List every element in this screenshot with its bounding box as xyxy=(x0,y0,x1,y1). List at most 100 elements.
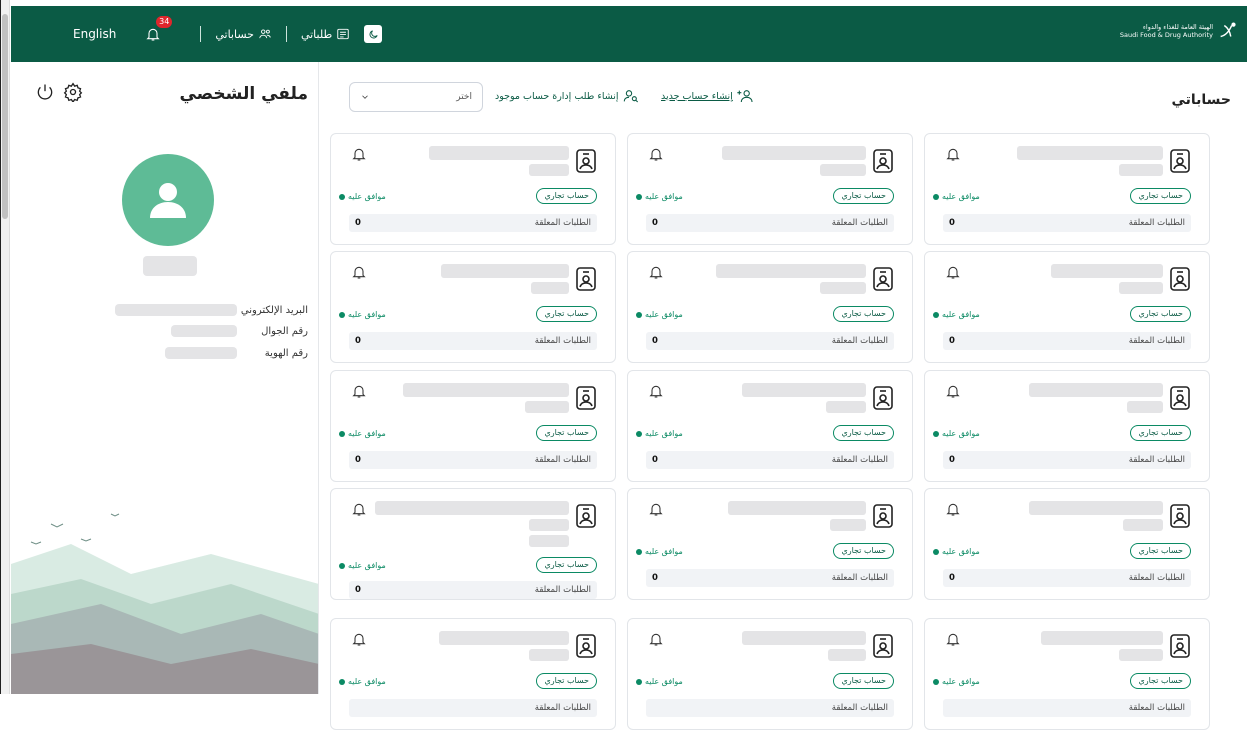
pending-requests-label: الطلبات المعلقة xyxy=(831,218,888,228)
account-card[interactable]: حساب تجاري موافق عليه الطلبات المعلقة 0 xyxy=(330,133,616,245)
account-select[interactable]: اختر xyxy=(349,82,483,112)
account-card[interactable]: حساب تجاري موافق عليه الطلبات المعلقة xyxy=(330,618,616,730)
bell-icon[interactable] xyxy=(648,501,664,517)
account-card[interactable]: حساب تجاري موافق عليه الطلبات المعلقة 0 xyxy=(627,133,913,245)
profile-name-redacted xyxy=(143,256,197,276)
pending-requests-count: 0 xyxy=(949,218,955,228)
theme-toggle-button[interactable] xyxy=(364,25,383,43)
bell-icon[interactable] xyxy=(351,501,367,517)
bell-icon[interactable] xyxy=(945,383,961,399)
account-card[interactable]: حساب تجاري موافق عليه الطلبات المعلقة 0 xyxy=(330,488,616,600)
account-status: موافق عليه xyxy=(933,547,980,556)
account-card[interactable]: حساب تجاري موافق عليه الطلبات المعلقة 0 xyxy=(924,133,1210,245)
pending-requests-count: 0 xyxy=(949,573,955,583)
bell-icon[interactable] xyxy=(351,264,367,280)
account-type-badge: حساب تجاري xyxy=(536,673,597,689)
account-card[interactable]: حساب تجاري موافق عليه الطلبات المعلقة 0 xyxy=(330,251,616,363)
bell-icon[interactable] xyxy=(945,264,961,280)
pending-requests-row: الطلبات المعلقة xyxy=(943,699,1191,717)
id-badge-icon xyxy=(576,386,596,410)
account-card[interactable]: حساب تجاري موافق عليه الطلبات المعلقة 0 xyxy=(924,251,1210,363)
pending-requests-row: الطلبات المعلقة 0 xyxy=(943,569,1191,587)
pending-requests-count: 0 xyxy=(355,585,361,595)
account-type-badge: حساب تجاري xyxy=(536,306,597,322)
account-extra-redacted xyxy=(529,535,569,547)
account-card[interactable]: حساب تجاري موافق عليه الطلبات المعلقة 0 xyxy=(627,488,913,600)
account-name-redacted xyxy=(1029,501,1163,515)
gear-icon[interactable] xyxy=(63,82,83,102)
bell-icon[interactable] xyxy=(945,146,961,162)
account-card[interactable]: حساب تجاري موافق عليه الطلبات المعلقة xyxy=(627,618,913,730)
select-placeholder: اختر xyxy=(456,92,472,102)
account-name-redacted xyxy=(1017,146,1163,160)
account-status: موافق عليه xyxy=(933,192,980,201)
bell-icon[interactable] xyxy=(351,383,367,399)
id-badge-icon xyxy=(873,634,893,658)
account-status-label: موافق عليه xyxy=(348,677,386,686)
account-name-redacted xyxy=(441,264,569,278)
bell-icon[interactable] xyxy=(648,146,664,162)
divider xyxy=(285,26,287,42)
nav-my-accounts[interactable]: حساباتي xyxy=(215,27,272,41)
account-number-redacted xyxy=(531,282,569,294)
id-badge-icon xyxy=(576,504,596,528)
pending-requests-row: الطلبات المعلقة 0 xyxy=(349,332,597,350)
account-type-badge: حساب تجاري xyxy=(536,188,597,204)
user-icon xyxy=(150,183,186,218)
account-card[interactable]: حساب تجاري موافق عليه الطلبات المعلقة 0 xyxy=(924,370,1210,482)
bell-icon[interactable] xyxy=(351,146,367,162)
account-type-badge: حساب تجاري xyxy=(536,425,597,441)
account-number-redacted xyxy=(529,164,569,176)
pending-requests-label: الطلبات المعلقة xyxy=(831,455,888,465)
pending-requests-row: الطلبات المعلقة 0 xyxy=(943,332,1191,350)
page-title: حساباتي xyxy=(1171,92,1231,108)
account-number-redacted xyxy=(1119,282,1163,294)
pending-requests-label: الطلبات المعلقة xyxy=(831,573,888,583)
account-card[interactable]: حساب تجاري موافق عليه الطلبات المعلقة 0 xyxy=(330,370,616,482)
bell-icon[interactable] xyxy=(648,631,664,647)
notifications-button[interactable]: 34 xyxy=(142,16,173,45)
account-type-badge: حساب تجاري xyxy=(833,543,894,559)
language-toggle[interactable]: English xyxy=(73,27,116,41)
account-status-label: موافق عليه xyxy=(348,561,386,570)
account-status: موافق عليه xyxy=(636,192,683,201)
id-badge-icon xyxy=(873,386,893,410)
account-number-redacted xyxy=(820,282,866,294)
account-card[interactable]: حساب تجاري موافق عليه الطلبات المعلقة xyxy=(924,618,1210,730)
create-account-link[interactable]: إنشاء حساب جديد xyxy=(661,88,755,104)
account-number-redacted xyxy=(1127,401,1163,413)
bell-icon[interactable] xyxy=(351,631,367,647)
pending-requests-row: الطلبات المعلقة xyxy=(349,699,597,717)
bell-icon[interactable] xyxy=(648,264,664,280)
pending-requests-count: 0 xyxy=(652,336,658,346)
account-status: موافق عليه xyxy=(339,677,386,686)
account-card[interactable]: حساب تجاري موافق عليه الطلبات المعلقة 0 xyxy=(627,370,913,482)
logo-text-en: Saudi Food & Drug Authority xyxy=(1119,31,1213,39)
status-dot xyxy=(636,548,642,555)
bell-icon[interactable] xyxy=(648,383,664,399)
sfda-logo[interactable]: الهيئة العامة للغذاء والدواء Saudi Food … xyxy=(1120,20,1239,42)
page-scrollbar[interactable] xyxy=(1,0,10,694)
bell-icon[interactable] xyxy=(945,631,961,647)
account-number-redacted xyxy=(525,401,569,413)
pending-requests-label: الطلبات المعلقة xyxy=(534,218,591,228)
account-card[interactable]: حساب تجاري موافق عليه الطلبات المعلقة 0 xyxy=(627,251,913,363)
scrollbar-thumb[interactable] xyxy=(2,14,8,219)
power-icon[interactable] xyxy=(35,82,55,102)
nav-my-requests[interactable]: طلباتي xyxy=(301,27,350,41)
pending-requests-row: الطلبات المعلقة xyxy=(646,699,894,717)
status-dot xyxy=(933,678,939,685)
account-status-label: موافق عليه xyxy=(348,310,386,319)
account-number-redacted xyxy=(820,164,866,176)
id-badge-icon xyxy=(576,149,596,173)
users-icon xyxy=(259,29,271,39)
id-badge-icon xyxy=(576,634,596,658)
pending-requests-row: الطلبات المعلقة 0 xyxy=(943,451,1191,469)
nav-my-requests-label: طلباتي xyxy=(300,27,333,41)
account-card[interactable]: حساب تجاري موافق عليه الطلبات المعلقة 0 xyxy=(924,488,1210,600)
account-name-redacted xyxy=(375,501,569,515)
bell-icon[interactable] xyxy=(945,501,961,517)
account-status-label: موافق عليه xyxy=(942,677,980,686)
manage-existing-account-link[interactable]: إنشاء طلب إدارة حساب موجود xyxy=(495,88,639,104)
pending-requests-row: الطلبات المعلقة 0 xyxy=(349,214,597,232)
